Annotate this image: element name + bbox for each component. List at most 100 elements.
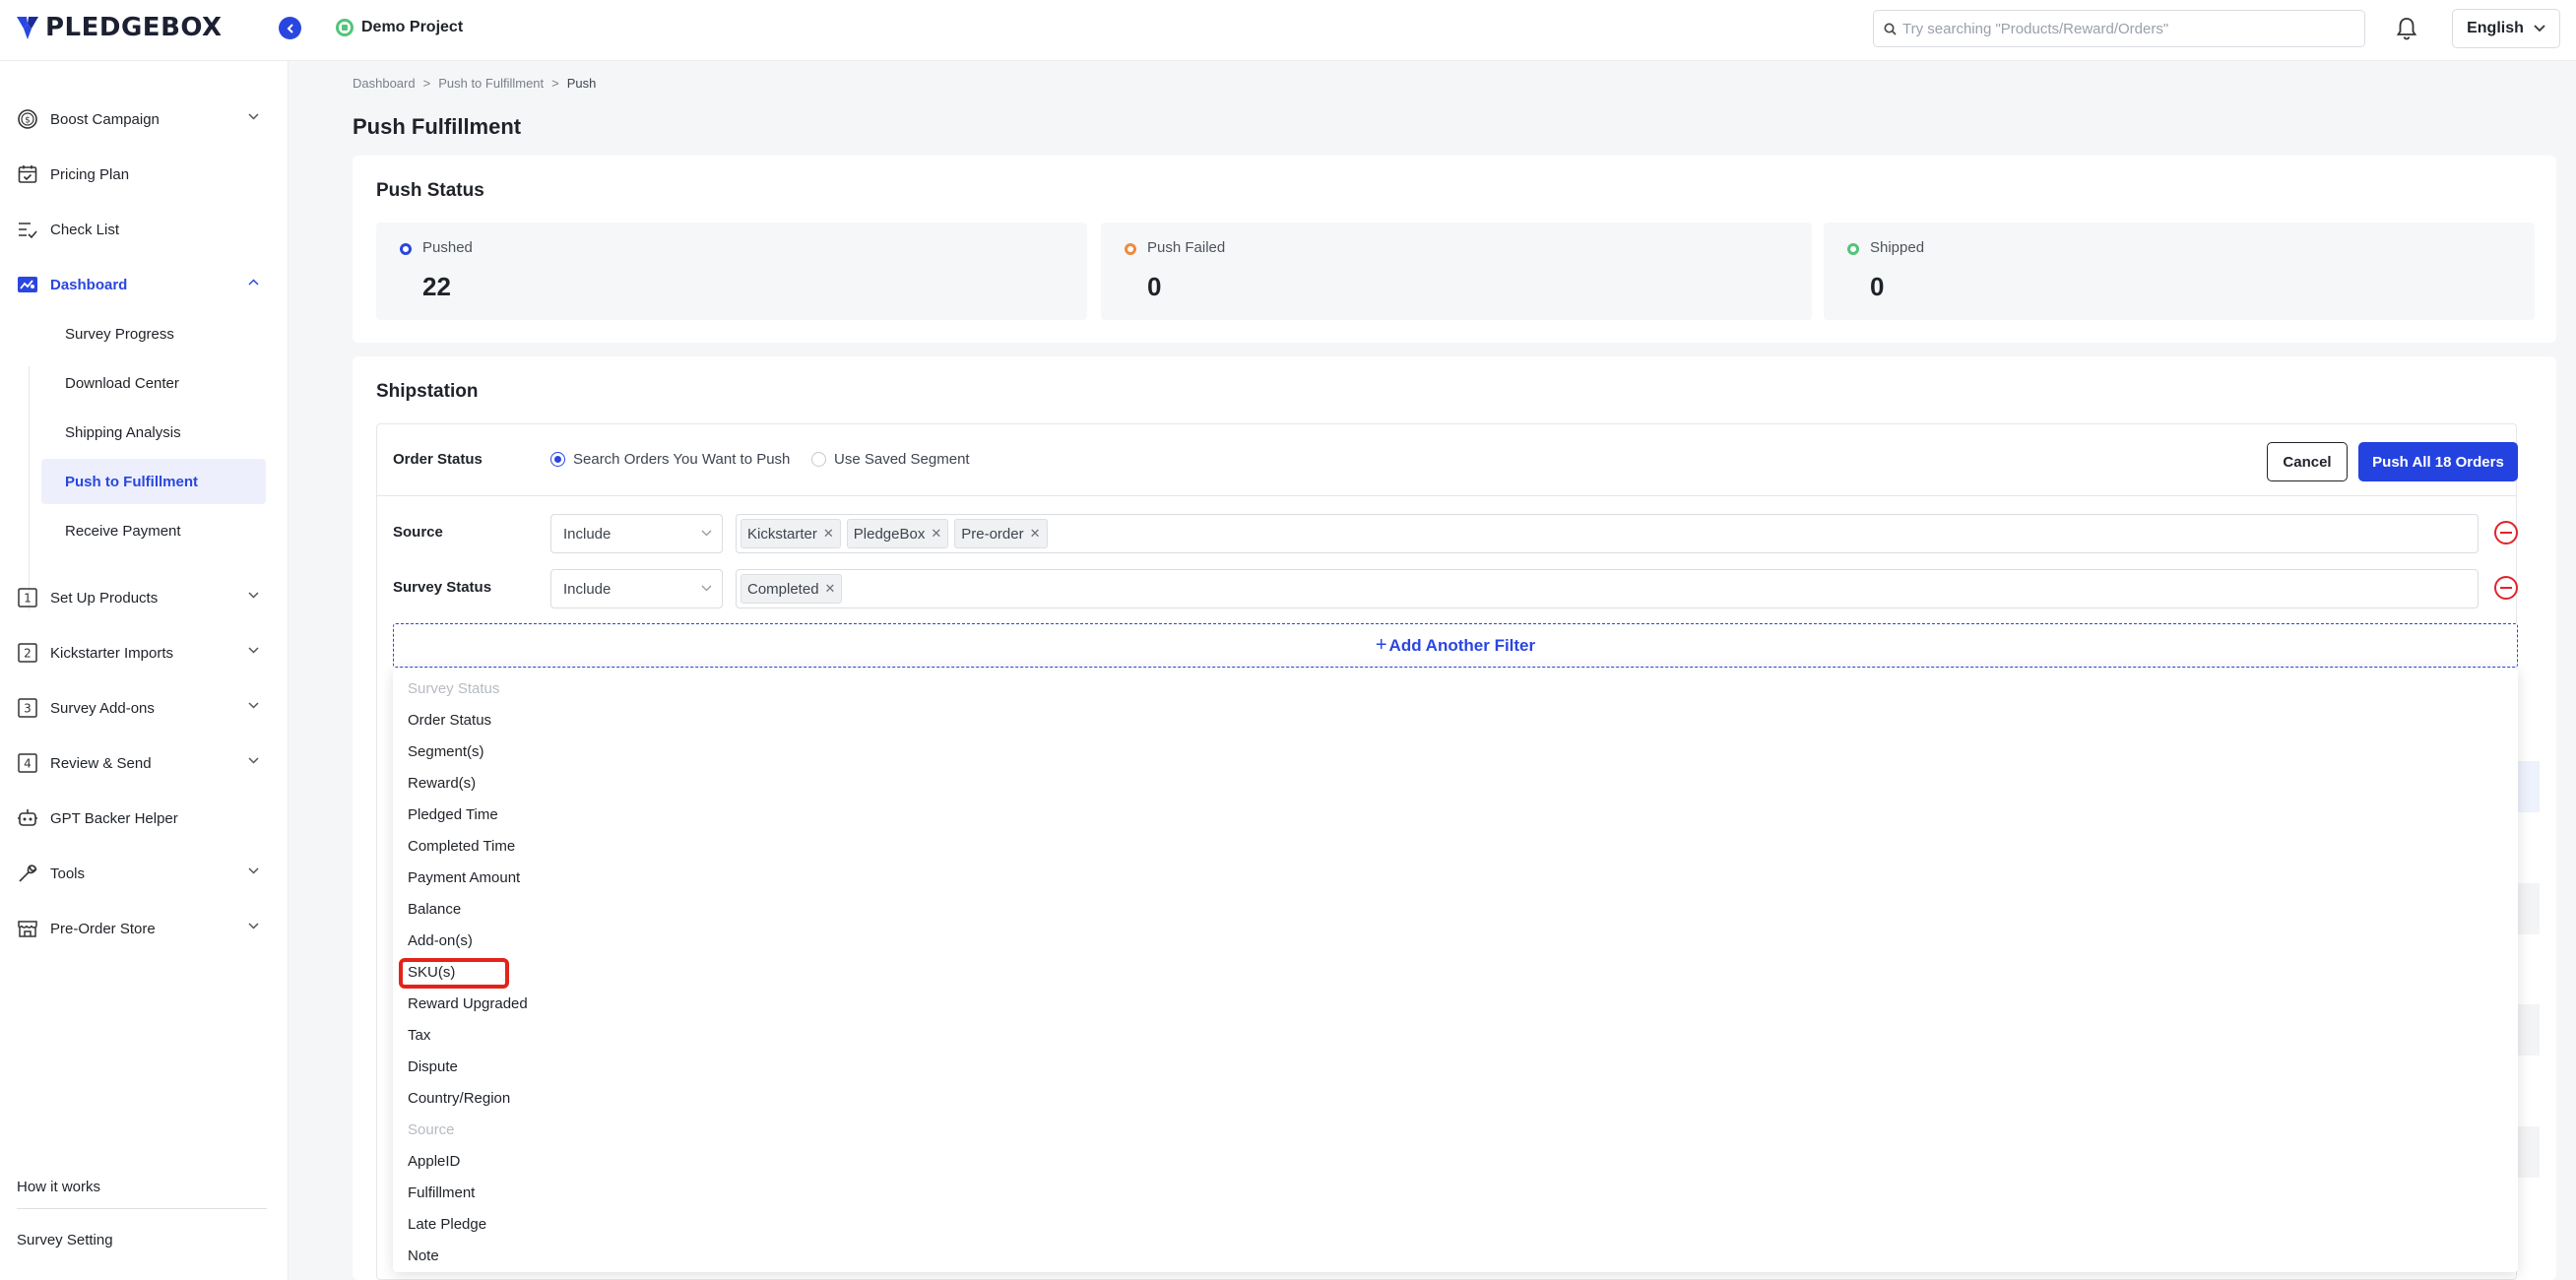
remove-filter-button[interactable] [2494, 521, 2518, 544]
survey-status-tag-input[interactable]: Completed ✕ [736, 569, 2479, 608]
chevron-down-icon [701, 585, 712, 592]
dropdown-option-rewards[interactable]: Reward(s) [408, 772, 476, 796]
remove-tag-icon[interactable]: ✕ [823, 526, 834, 542]
dropdown-option-survey-status: Survey Status [408, 680, 500, 697]
dollar-circle-icon: $ [17, 108, 38, 130]
dropdown-option-country-region[interactable]: Country/Region [408, 1087, 510, 1111]
sidebar-subitem-receive-payment[interactable]: Receive Payment [41, 508, 266, 553]
sidebar-item-set-up-products[interactable]: 1 Set Up Products [0, 578, 289, 617]
dropdown-option-balance[interactable]: Balance [408, 898, 461, 922]
language-label: English [2467, 20, 2524, 36]
page-title: Push Fulfillment [353, 114, 522, 139]
background-row [2518, 1126, 2540, 1178]
push-all-orders-button[interactable]: Push All 18 Orders [2358, 442, 2518, 481]
submenu-guide-line [29, 366, 30, 610]
add-another-filter-button[interactable]: + Add Another Filter [393, 623, 2518, 668]
dropdown-option-late-pledge[interactable]: Late Pledge [408, 1213, 486, 1237]
remove-tag-icon[interactable]: ✕ [825, 581, 836, 597]
breadcrumb-current: Push [566, 76, 597, 91]
stat-shipped: Shipped 0 [1824, 223, 2535, 320]
dropdown-option-order-status[interactable]: Order Status [408, 709, 491, 733]
stat-label: Shipped [1870, 239, 1925, 256]
how-it-works-link[interactable]: How it works [17, 1179, 100, 1195]
sidebar-item-boost-campaign[interactable]: $ Boost Campaign [0, 99, 289, 139]
sidebar-item-label: Set Up Products [50, 589, 159, 607]
sidebar-item-pre-order-store[interactable]: Pre-Order Store [0, 909, 289, 948]
radio-search-orders[interactable]: Search Orders You Want to Push [550, 451, 790, 468]
dropdown-option-reward-upgraded[interactable]: Reward Upgraded [408, 992, 528, 1016]
chevron-down-icon [248, 923, 259, 929]
remove-filter-button[interactable] [2494, 576, 2518, 600]
sidebar-item-pricing-plan[interactable]: Pricing Plan [0, 155, 289, 194]
order-status-label: Order Status [393, 451, 483, 468]
minus-icon [2500, 587, 2512, 589]
sidebar-subitem-shipping-analysis[interactable]: Shipping Analysis [41, 410, 266, 455]
step-1-icon: 1 [17, 587, 38, 608]
sidebar-item-check-list[interactable]: Check List [0, 210, 289, 249]
sidebar-item-label: Dashboard [50, 276, 128, 293]
background-row [2518, 883, 2540, 934]
dropdown-option-payment-amount[interactable]: Payment Amount [408, 866, 520, 890]
source-tag-input[interactable]: Kickstarter ✕ PledgeBox ✕ Pre-order ✕ [736, 514, 2479, 553]
sidebar-item-label: Pricing Plan [50, 165, 130, 183]
notifications-button[interactable] [2395, 16, 2418, 45]
dropdown-option-completed-time[interactable]: Completed Time [408, 835, 515, 859]
stat-pushed: Pushed 22 [376, 223, 1087, 320]
pushed-status-dot-icon [400, 243, 412, 255]
sidebar-item-dashboard[interactable]: Dashboard [0, 265, 289, 304]
sidebar-subitem-push-to-fulfillment[interactable]: Push to Fulfillment [41, 459, 266, 504]
shipstation-title: Shipstation [376, 381, 479, 402]
dropdown-option-fulfillment[interactable]: Fulfillment [408, 1182, 475, 1205]
filter-label-survey-status: Survey Status [393, 579, 492, 596]
project-selector[interactable]: Demo Project [336, 19, 463, 36]
top-bar: PLEDGEBOX Demo Project English [0, 0, 2576, 61]
sidebar-item-survey-add-ons[interactable]: 3 Survey Add-ons [0, 688, 289, 728]
calendar-check-icon [17, 163, 38, 185]
source-operator-select[interactable]: Include [550, 514, 723, 553]
sidebar-subitem-download-center[interactable]: Download Center [41, 360, 266, 406]
language-selector[interactable]: English [2452, 9, 2560, 48]
chevron-left-icon [287, 23, 293, 33]
survey-status-operator-select[interactable]: Include [550, 569, 723, 608]
sidebar-item-label: GPT Backer Helper [50, 809, 178, 827]
sidebar-item-gpt-backer-helper[interactable]: GPT Backer Helper [0, 799, 289, 838]
global-search[interactable] [1873, 10, 2365, 47]
robot-icon [17, 807, 38, 829]
dropdown-option-dispute[interactable]: Dispute [408, 1056, 458, 1079]
chevron-down-icon [248, 757, 259, 764]
project-status-icon [336, 19, 354, 36]
sidebar-item-tools[interactable]: Tools [0, 854, 289, 893]
background-banner [2518, 761, 2540, 812]
sidebar-item-label: Check List [50, 221, 120, 238]
sidebar-item-label: Kickstarter Imports [50, 644, 174, 662]
breadcrumb-push-to-fulfillment[interactable]: Push to Fulfillment [438, 76, 544, 91]
sidebar-item-kickstarter-imports[interactable]: 2 Kickstarter Imports [0, 633, 289, 672]
dropdown-option-note[interactable]: Note [408, 1245, 439, 1268]
radio-use-saved-segment[interactable]: Use Saved Segment [811, 451, 970, 468]
breadcrumb-dashboard[interactable]: Dashboard [353, 76, 416, 91]
sidebar-subitem-survey-progress[interactable]: Survey Progress [41, 311, 266, 356]
dropdown-option-appleid[interactable]: AppleID [408, 1150, 460, 1174]
brand-logo[interactable]: PLEDGEBOX [16, 13, 223, 42]
sidebar-item-label: Review & Send [50, 754, 152, 772]
collapse-sidebar-button[interactable] [279, 17, 301, 39]
search-input[interactable] [1902, 20, 2346, 37]
add-filter-label: Add Another Filter [1388, 635, 1536, 655]
radio-unchecked-icon [811, 452, 826, 467]
dashboard-icon [17, 274, 38, 295]
remove-tag-icon[interactable]: ✕ [931, 526, 941, 542]
remove-tag-icon[interactable]: ✕ [1030, 526, 1041, 542]
dropdown-option-add-ons[interactable]: Add-on(s) [408, 929, 473, 953]
dropdown-option-segments[interactable]: Segment(s) [408, 740, 484, 764]
brand-name: PLEDGEBOX [45, 13, 223, 42]
cancel-button[interactable]: Cancel [2267, 442, 2348, 481]
dropdown-option-tax[interactable]: Tax [408, 1024, 430, 1048]
chevron-down-icon [248, 702, 259, 709]
sidebar-item-review-send[interactable]: 4 Review & Send [0, 743, 289, 783]
tag-label: Completed [747, 580, 819, 598]
select-value: Include [563, 525, 612, 543]
breadcrumb-separator: > [422, 76, 431, 91]
wrench-icon [17, 863, 38, 884]
dropdown-option-pledged-time[interactable]: Pledged Time [408, 803, 498, 827]
survey-setting-link[interactable]: Survey Setting [17, 1232, 113, 1248]
